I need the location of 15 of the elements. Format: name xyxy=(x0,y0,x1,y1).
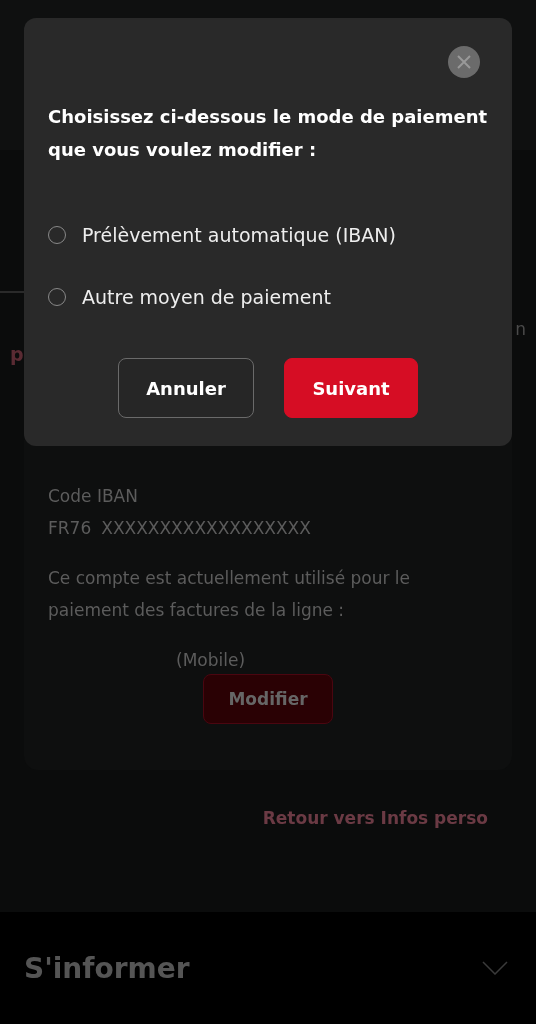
section-heading: p xyxy=(10,343,25,365)
footer-title: S'informer xyxy=(24,951,190,985)
iban-label: Code IBAN xyxy=(48,485,139,508)
iban-number: XXXXXXXXXXXXXXXXXX xyxy=(101,517,311,540)
option-label[interactable]: Prélèvement automatique (IBAN) xyxy=(82,224,396,246)
option-label[interactable]: Autre moyen de paiement xyxy=(82,286,331,308)
close-icon xyxy=(457,55,471,69)
line-name: (Mobile) xyxy=(176,650,246,670)
cancel-button[interactable]: Annuler xyxy=(118,358,254,418)
close-button[interactable] xyxy=(448,46,480,78)
dialog-title: Choisissez ci-dessous le mode de paiement que vous voulez modifier : xyxy=(48,105,488,162)
next-button[interactable]: Suivant xyxy=(284,358,418,418)
iban-prefix: FR76 xyxy=(48,517,92,540)
modify-button[interactable]: Modifier xyxy=(203,674,333,724)
usage-text: Ce compte est actuellement utilisé pour le paiement des factures de la ligne : xyxy=(48,567,412,622)
